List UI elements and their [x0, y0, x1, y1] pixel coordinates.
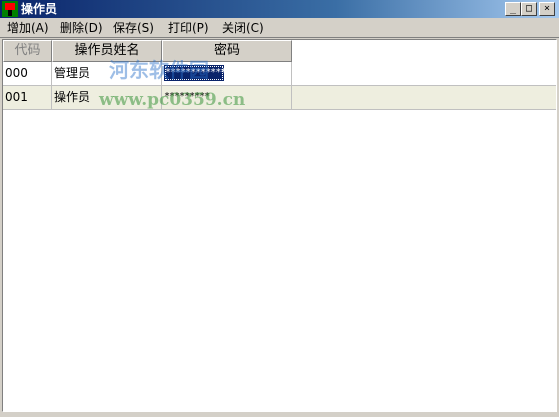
menu-delete[interactable]: 删除(D) [58, 20, 105, 36]
cell-code[interactable]: 000 [3, 62, 52, 86]
row-filler [292, 86, 556, 110]
maximize-button[interactable]: □ [521, 2, 537, 16]
maximize-icon: □ [525, 3, 533, 14]
close-icon: × [543, 3, 551, 14]
column-header-password[interactable]: 密码 [162, 40, 292, 62]
title-bar[interactable]: 操作员 _ □ × [0, 0, 559, 18]
close-button[interactable]: × [539, 2, 555, 16]
grid-header: 代码 操作员姓名 密码 [3, 40, 292, 62]
password-value-selected[interactable]: ************ [164, 65, 226, 81]
column-header-code[interactable]: 代码 [3, 40, 52, 62]
menu-add[interactable]: 增加(A) [5, 20, 51, 36]
table-row[interactable]: 001 操作员 ********* [3, 86, 556, 110]
column-header-name[interactable]: 操作员姓名 [52, 40, 162, 62]
minimize-icon: _ [509, 3, 517, 14]
operator-grid[interactable]: 代码 操作员姓名 密码 000 管理员 ************ 001 操作员… [2, 39, 557, 412]
window-title: 操作员 [21, 2, 58, 16]
minimize-button[interactable]: _ [505, 2, 521, 16]
cell-password[interactable]: ************ [162, 62, 292, 86]
password-value: ********* [164, 91, 210, 102]
table-row[interactable]: 000 管理员 ************ [3, 62, 556, 86]
menu-close[interactable]: 关闭(C) [220, 20, 266, 36]
menu-print[interactable]: 打印(P) [166, 20, 211, 36]
cell-password[interactable]: ********* [162, 86, 292, 110]
operator-window: 操作员 _ □ × 增加(A) 删除(D) 保存(S) 打印(P) 关闭(C) … [0, 0, 559, 417]
cell-code[interactable]: 001 [3, 86, 52, 110]
cell-name[interactable]: 管理员 [52, 62, 162, 86]
menu-save[interactable]: 保存(S) [111, 20, 156, 36]
menu-bar: 增加(A) 删除(D) 保存(S) 打印(P) 关闭(C) [0, 18, 559, 38]
app-icon [2, 1, 18, 17]
row-filler [292, 62, 556, 86]
cell-name[interactable]: 操作员 [52, 86, 162, 110]
